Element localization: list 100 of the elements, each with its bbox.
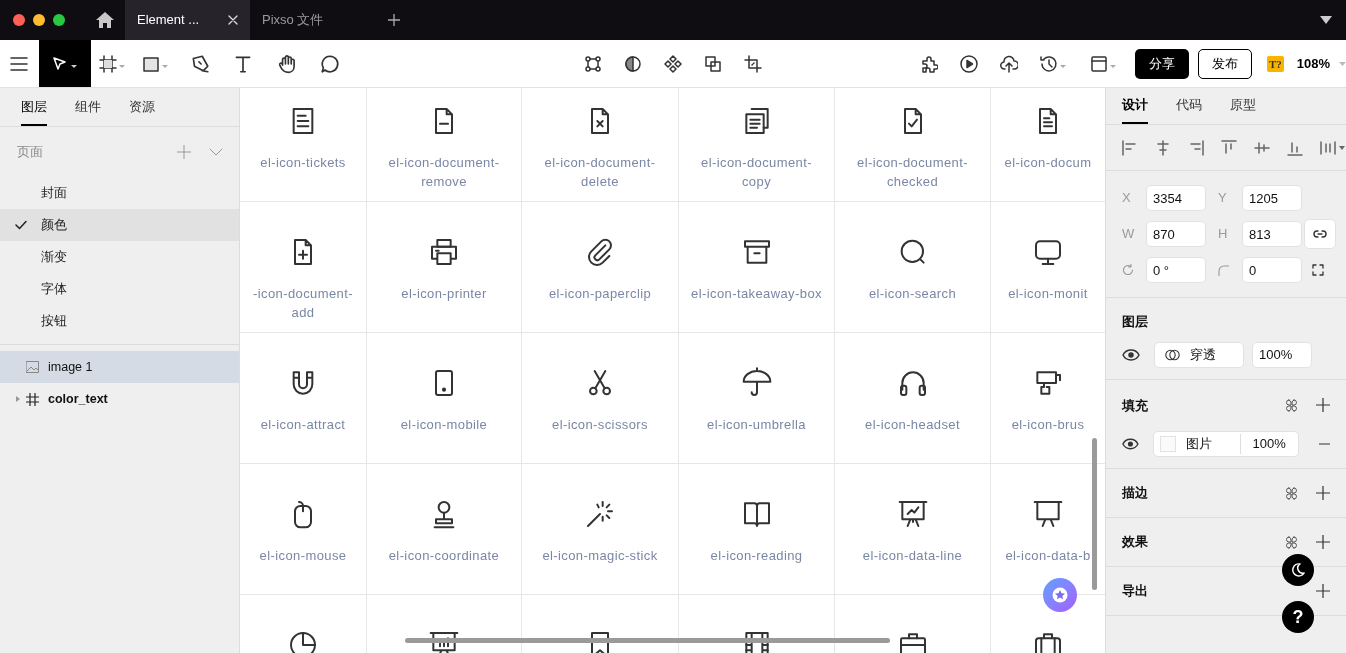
icon-label: el-icon-mobile: [400, 416, 488, 434]
help-button[interactable]: ?: [1282, 601, 1314, 633]
section-title: 描边: [1122, 484, 1149, 503]
menu-icon[interactable]: [10, 56, 29, 71]
style-icon[interactable]: [1285, 486, 1298, 500]
field-label: H: [1217, 225, 1229, 244]
add-icon[interactable]: [1316, 535, 1330, 549]
align-middle-button[interactable]: [1254, 139, 1270, 156]
home-icon[interactable]: [95, 11, 115, 29]
frame-icon: [26, 392, 39, 406]
line-chart-board-icon: [896, 498, 929, 530]
align-center-button[interactable]: [1155, 139, 1171, 156]
number-field[interactable]: 0: [1242, 257, 1302, 283]
align-bottom-button[interactable]: [1287, 139, 1303, 156]
number-field[interactable]: 0 °: [1146, 257, 1206, 283]
puzzle-icon: [919, 54, 938, 73]
blend-mode-dropdown[interactable]: 穿透: [1154, 341, 1244, 368]
link-icon: [1313, 230, 1327, 238]
constrain-proportions-button[interactable]: [1304, 219, 1336, 249]
icon-label: el-icon-headset: [865, 416, 960, 434]
page-item[interactable]: 封面: [0, 177, 239, 209]
caret-icon: [1339, 61, 1346, 66]
comment-tool-icon: [320, 53, 341, 74]
close-window-button[interactable]: [13, 14, 25, 26]
align-middle-icon: [1254, 139, 1270, 156]
printer-icon: [428, 236, 460, 268]
publish-button[interactable]: 发布: [1197, 48, 1252, 79]
vertical-scrollbar[interactable]: [1092, 438, 1097, 590]
component-icon: [663, 54, 682, 73]
distribute-button[interactable]: [1320, 139, 1345, 156]
align-left-icon: [1122, 139, 1138, 156]
star-icon: [1052, 587, 1068, 603]
align-bottom-icon: [1287, 139, 1303, 156]
number-field[interactable]: 3354: [1146, 185, 1206, 211]
add-icon[interactable]: [1316, 584, 1330, 598]
assistant-button[interactable]: [1043, 578, 1077, 612]
page-item[interactable]: 颜色: [0, 209, 239, 241]
style-icon[interactable]: [1285, 398, 1298, 412]
section-title: 填充: [1122, 396, 1149, 415]
icon-label: el-icon-umbrella: [707, 416, 806, 434]
panel-tab[interactable]: 代码: [1176, 88, 1202, 124]
icon-label: el-icon-reading: [710, 547, 803, 565]
tool-button[interactable]: [38, 40, 91, 87]
badge[interactable]: T?: [1266, 55, 1284, 72]
hand-tool-icon: [276, 53, 297, 74]
dropdown-icon[interactable]: [1320, 15, 1332, 25]
check-icon: [14, 220, 27, 230]
eye-icon[interactable]: [1122, 348, 1140, 361]
icon-label: el-icon-docum: [1004, 154, 1092, 172]
share-button[interactable]: 分享: [1134, 48, 1189, 79]
icon-label: -icon-document-add: [252, 285, 354, 322]
icon-label: el-icon-magic-stick: [542, 547, 658, 565]
vector-nodes-icon: [583, 54, 602, 73]
section-title: 图层: [1122, 313, 1149, 331]
icon-label: el-icon-search: [868, 285, 957, 303]
icon-label: el-icon-brus: [1011, 416, 1085, 434]
page-item[interactable]: 按钮: [0, 305, 239, 337]
magic-wand-icon: [584, 498, 616, 530]
panel-tab[interactable]: 资源: [129, 88, 155, 126]
panel-tab[interactable]: 组件: [75, 88, 101, 126]
field-label: W: [1122, 225, 1136, 244]
maximize-window-button[interactable]: [53, 14, 65, 26]
number-field[interactable]: 813: [1242, 221, 1302, 247]
zoom-dropdown[interactable]: 108%: [1296, 53, 1346, 74]
opacity-field[interactable]: 100%: [1252, 341, 1312, 368]
fill-field[interactable]: 图片 100%: [1152, 431, 1299, 457]
layer-item[interactable]: color_text: [0, 383, 239, 415]
page-item[interactable]: 字体: [0, 273, 239, 305]
close-icon[interactable]: [228, 15, 238, 25]
add-tab-icon[interactable]: [387, 13, 401, 27]
number-field[interactable]: 1205: [1242, 185, 1302, 211]
caret-icon: [1339, 145, 1345, 150]
icon-label: el-icon-scissors: [552, 416, 648, 434]
add-icon[interactable]: [1316, 486, 1330, 500]
tab[interactable]: Pixso 文件: [250, 0, 375, 40]
eye-icon[interactable]: [1122, 438, 1139, 450]
minimize-window-button[interactable]: [33, 14, 45, 26]
panel-tab[interactable]: 设计: [1122, 88, 1148, 124]
style-icon[interactable]: [1285, 535, 1298, 549]
page-item[interactable]: 渐变: [0, 241, 239, 273]
align-top-button[interactable]: [1221, 139, 1237, 156]
number-field[interactable]: 870: [1146, 221, 1206, 247]
icon-label: el-icon-tickets: [260, 154, 346, 172]
align-left-button[interactable]: [1122, 139, 1138, 156]
history-icon: [1039, 54, 1068, 73]
bar-chart-board-icon: [428, 629, 460, 653]
icon-label: el-icon-data-b: [1005, 547, 1091, 565]
icon-label: el-icon-takeaway-box: [691, 285, 822, 303]
horizontal-scrollbar[interactable]: [405, 638, 890, 643]
moon-icon: [1291, 563, 1305, 577]
panel-tab[interactable]: 图层: [21, 88, 47, 126]
add-icon[interactable]: [1316, 398, 1330, 413]
align-right-button[interactable]: [1188, 139, 1204, 156]
independent-corners-icon[interactable]: [1312, 264, 1324, 276]
layer-item[interactable]: image 1: [0, 351, 239, 383]
dark-mode-button[interactable]: [1282, 554, 1314, 586]
tab[interactable]: Element ...: [125, 0, 250, 40]
umbrella-icon: [740, 367, 773, 399]
play-icon: [959, 54, 978, 73]
panel-tab[interactable]: 原型: [1230, 88, 1256, 124]
